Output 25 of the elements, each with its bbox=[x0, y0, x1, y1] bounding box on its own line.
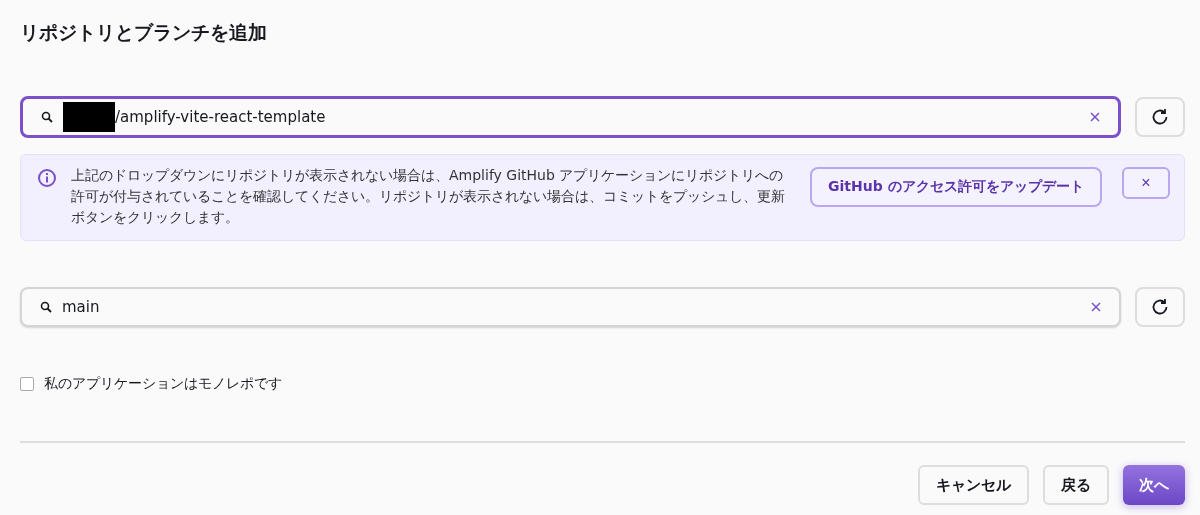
close-icon bbox=[1090, 112, 1100, 122]
checkbox[interactable] bbox=[20, 377, 34, 391]
info-icon bbox=[37, 168, 57, 188]
refresh-button[interactable] bbox=[1135, 97, 1185, 137]
alert-message: 上記のドロップダウンにリポジトリが表示されない場合は、Amplify GitHub アプリケーションにリポジトリへの許可が付与されていることを確認してください。リポジトリが表示されない場合は、コミットをプッシュし、更新ボタンをクリックします。 bbox=[71, 166, 786, 227]
dismiss-button[interactable]: × bbox=[1122, 167, 1170, 199]
next-button[interactable]: 次へ bbox=[1123, 465, 1185, 505]
branch-field[interactable]: main bbox=[20, 287, 1121, 327]
close-icon bbox=[1091, 302, 1101, 312]
refresh-icon bbox=[1150, 107, 1170, 127]
field-value: /amplify-vite-react-template bbox=[115, 108, 326, 126]
redaction-block bbox=[63, 102, 115, 132]
update-permissions-button[interactable]: GitHub のアクセス許可をアップデート bbox=[810, 167, 1102, 207]
refresh-icon bbox=[1150, 297, 1170, 317]
field-value: main bbox=[62, 298, 100, 316]
search-icon bbox=[40, 301, 52, 313]
search-icon bbox=[41, 111, 53, 123]
action-button[interactable]: キャンセル bbox=[918, 465, 1029, 505]
checkbox-label: 私のアプリケーションはモノレポです bbox=[44, 375, 282, 393]
repository-field[interactable]: /amplify-vite-react-template bbox=[20, 96, 1121, 138]
clear-button[interactable] bbox=[1091, 302, 1101, 312]
page-title: リポジトリとブランチを追加 bbox=[20, 20, 268, 45]
refresh-button[interactable] bbox=[1135, 287, 1185, 327]
action-button[interactable]: 戻る bbox=[1043, 465, 1109, 505]
clear-button[interactable] bbox=[1090, 112, 1100, 122]
